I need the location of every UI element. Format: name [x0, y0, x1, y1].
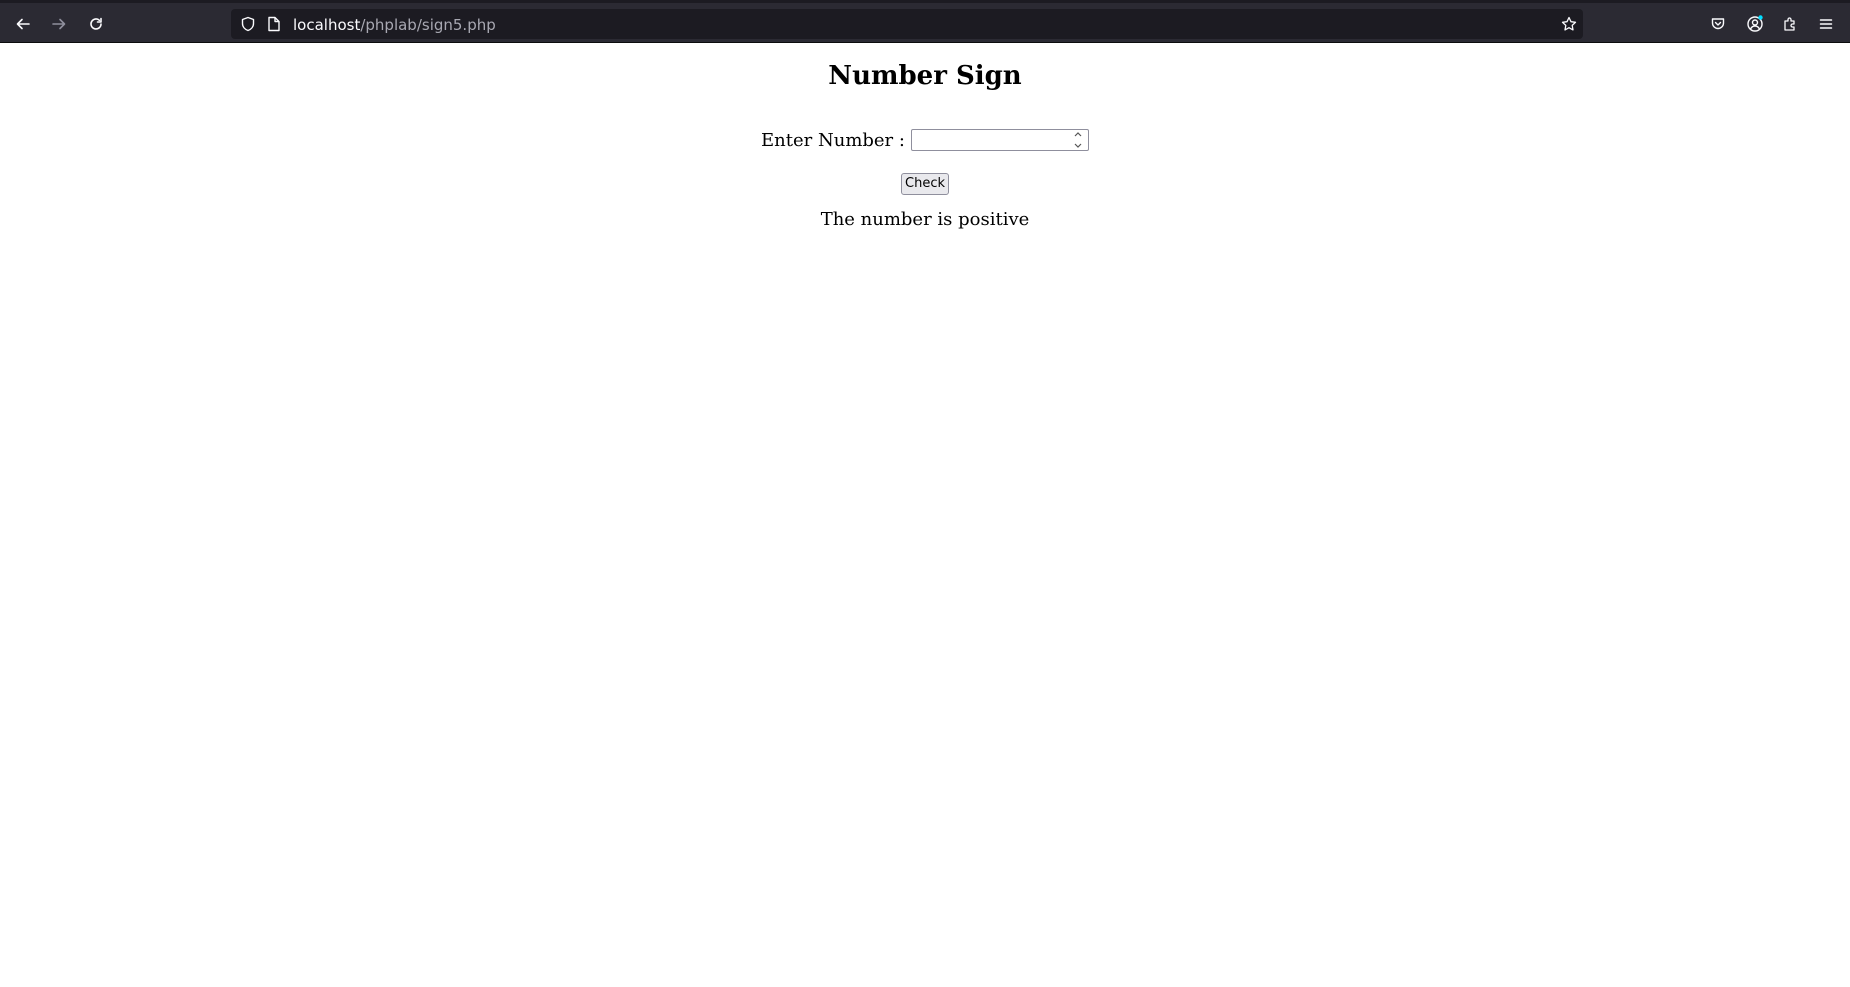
url-bar[interactable]: localhost/phplab/sign5.php [231, 9, 1583, 39]
number-stepper[interactable] [1071, 131, 1085, 149]
forward-button[interactable] [44, 9, 74, 39]
pocket-icon [1711, 18, 1725, 30]
shield-icon [241, 16, 255, 32]
number-form-row: Enter Number : [0, 129, 1850, 151]
back-icon [16, 18, 30, 30]
forward-icon [52, 18, 66, 30]
extensions-button[interactable] [1775, 9, 1805, 39]
url-text: localhost/phplab/sign5.php [293, 16, 496, 34]
check-button[interactable]: Check [901, 173, 949, 195]
chevron-up-icon[interactable] [1073, 131, 1083, 137]
page-title: Number Sign [828, 61, 1022, 91]
url-host: localhost [293, 16, 361, 34]
back-button[interactable] [8, 9, 38, 39]
reload-icon [90, 17, 102, 30]
number-label: Enter Number : [761, 129, 905, 151]
url-path: /phplab/sign5.php [360, 16, 496, 34]
result-text: The number is positive [820, 209, 1030, 230]
menu-button[interactable] [1811, 9, 1841, 39]
page-icon [268, 16, 280, 32]
extensions-icon [1784, 17, 1795, 31]
account-button[interactable] [1740, 9, 1770, 39]
menu-icon [1819, 19, 1833, 29]
reload-button[interactable] [81, 9, 111, 39]
number-input[interactable] [910, 129, 1089, 151]
browser-toolbar: localhost/phplab/sign5.php [0, 0, 1850, 43]
page-content: Number Sign Enter Number : Check The num… [0, 43, 1850, 987]
chevron-down-icon[interactable] [1073, 143, 1083, 149]
account-icon [1747, 15, 1763, 32]
star-icon[interactable] [1561, 16, 1577, 32]
pocket-button[interactable] [1703, 9, 1733, 39]
